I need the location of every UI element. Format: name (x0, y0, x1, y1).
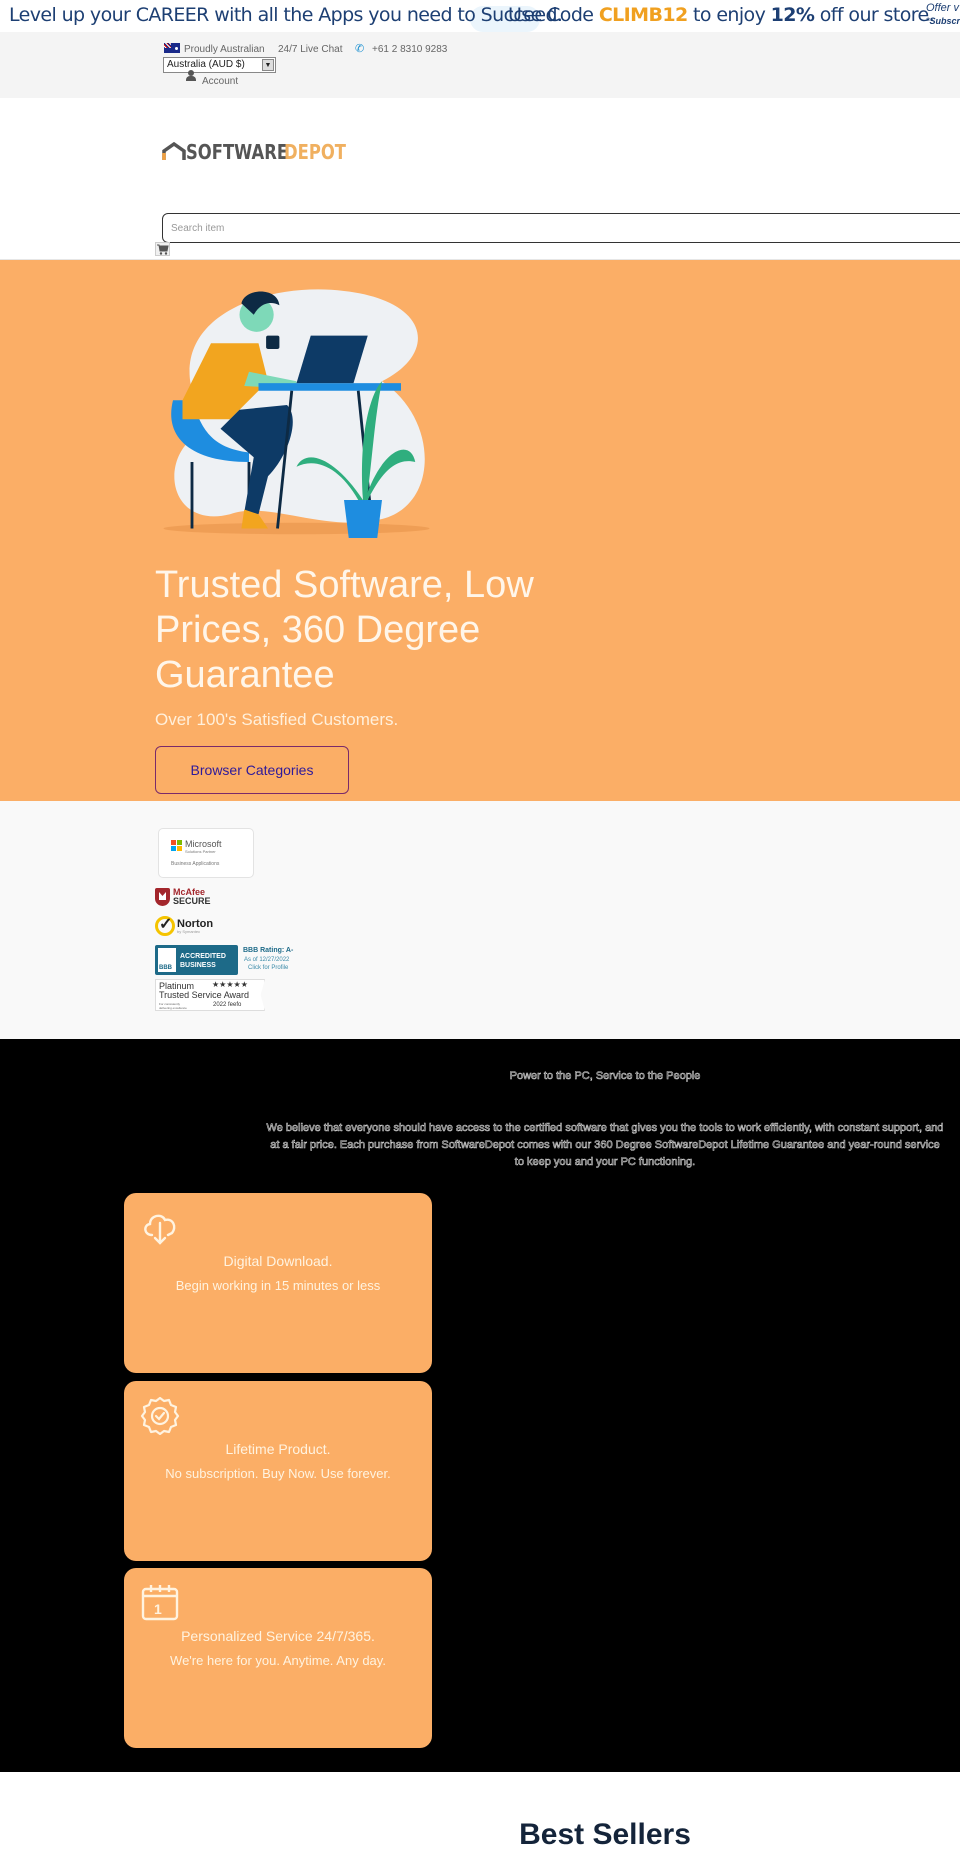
logo-text-software: SOFTWARE (186, 140, 289, 164)
mcafee-secure-badge[interactable]: McAfee SECURE (155, 888, 211, 906)
feefo-award-badge[interactable]: Platinum ★★★★★ Trusted Service Award For… (155, 979, 265, 1011)
proudly-australian: Proudly Australian (184, 44, 265, 55)
utility-bar: Proudly Australian 24/7 Live Chat ✆ +61 … (0, 32, 960, 98)
cloud-download-icon (144, 1214, 176, 1245)
promo-percent: 12% (770, 4, 815, 26)
ms-line3: Business Applications (171, 861, 220, 867)
promo-side-line1: Offer v (926, 2, 960, 14)
ms-line2: Solutions Partner (185, 849, 216, 854)
promo-code: CLIMB12 (598, 4, 688, 26)
features-title: Power to the PC, Service to the People (509, 1070, 701, 1083)
feature-subtitle: Begin working in 15 minutes or less (175, 1278, 381, 1293)
norton-badge[interactable]: Nortonby Symantec (155, 914, 214, 936)
floor-shadow (163, 522, 430, 535)
currency-value: Australia (AUD $) (167, 59, 245, 70)
feature-subtitle: We're here for you. Anytime. Any day. (170, 1653, 386, 1668)
feefo-year: 2022 feefo (213, 1002, 242, 1008)
currency-select[interactable]: Australia (AUD $) ▼ (163, 57, 276, 73)
feefo-line3: For consistently delivering excellence (159, 1002, 187, 1010)
svg-text:1: 1 (154, 1601, 162, 1617)
phone-icon: ✆ (355, 43, 365, 55)
promo-banner[interactable]: Level up your CAREER with all the Apps y… (0, 0, 960, 32)
best-sellers-title: Best Sellers (519, 1818, 691, 1851)
features-section: Power to the PC, Service to the People W… (0, 1039, 960, 1772)
site-header: SOFTWARE DEPOT Search item (0, 98, 960, 260)
browse-categories-button[interactable]: Browser Categories (155, 746, 349, 794)
best-sellers-section: Best Sellers (0, 1772, 960, 1875)
norton-name: Norton (177, 917, 214, 930)
norton-check-icon (155, 914, 175, 936)
feature-card: Lifetime Product. No subscription. Buy N… (124, 1381, 432, 1561)
bbb-rating: BBB Rating: A- (243, 947, 294, 954)
promo-prefix: Use Code (508, 4, 599, 26)
feature-title: Personalized Service 24/7/365. (181, 1628, 375, 1644)
search-placeholder: Search item (171, 223, 225, 234)
hero-illustration (163, 289, 430, 538)
logo-text-depot: DEPOT (284, 140, 347, 164)
bbb-accredited-badge[interactable]: ACCREDITED BUSINESS (155, 945, 238, 975)
house-logo-icon (162, 142, 186, 160)
bbb-logo-icon (158, 948, 176, 972)
promo-side-note: Offer v *Subscri (926, 2, 960, 28)
feefo-line2: Trusted Service Award (159, 990, 250, 1000)
bbb-as-of: As of 12/27/2022 (244, 957, 290, 963)
live-chat-link[interactable]: 24/7 Live Chat (278, 44, 343, 55)
mcafee-shield-icon (155, 888, 170, 906)
phone-link[interactable]: +61 2 8310 9283 (372, 44, 447, 55)
bbb-business: BUSINESS (180, 962, 216, 969)
hero-title: Trusted Software, Low Prices, 360 Degree… (155, 564, 534, 696)
star-rating-icon: ★★★★★ (212, 980, 248, 989)
microsoft-partner-badge[interactable]: Microsoft Solutions Partner Business App… (158, 828, 254, 878)
chevron-down-icon: ▼ (262, 59, 274, 71)
feature-title: Digital Download. (223, 1253, 333, 1269)
logo[interactable]: SOFTWARE DEPOT (162, 140, 360, 164)
feature-subtitle: No subscription. Buy Now. Use forever. (165, 1466, 391, 1481)
bbb-accredited: ACCREDITED (180, 953, 226, 960)
promo-mid: to enjoy (687, 4, 771, 26)
badge-check-icon (140, 1396, 180, 1435)
mcafee-line2: SECURE (173, 896, 211, 906)
search-input[interactable]: Search item (162, 213, 960, 243)
plant-pot (344, 500, 382, 538)
feature-card: Digital Download. Begin working in 15 mi… (124, 1193, 432, 1373)
hero-section: Trusted Software, Low Prices, 360 Degree… (0, 260, 960, 801)
feature-title: Lifetime Product. (225, 1441, 331, 1457)
trust-badges: Microsoft Solutions Partner Business App… (0, 801, 960, 1039)
hero-subtitle: Over 100's Satisfied Customers. (155, 710, 399, 729)
user-icon (186, 70, 196, 82)
features-description: We believe that everyone should have acc… (266, 1122, 944, 1169)
promo-code-text: Use Code CLIMB12 to enjoy 12% off our st… (508, 4, 935, 26)
cart-icon (157, 244, 169, 255)
cart-button[interactable] (155, 242, 170, 256)
promo-side-line2: *Subscri (926, 16, 960, 26)
promo-text: Level up your CAREER with all the Apps y… (9, 4, 563, 26)
ms-name: Microsoft (185, 839, 222, 849)
microsoft-logo-icon (171, 840, 182, 851)
feature-card: 1 Personalized Service 24/7/365. We're h… (124, 1568, 432, 1748)
australia-flag-icon (164, 43, 180, 53)
bbb-profile-link[interactable]: Click for Profile (248, 965, 288, 971)
promo-suffix: off our store. (814, 4, 935, 26)
calendar-icon: 1 (141, 1585, 179, 1621)
account-link[interactable]: Account (202, 76, 238, 87)
